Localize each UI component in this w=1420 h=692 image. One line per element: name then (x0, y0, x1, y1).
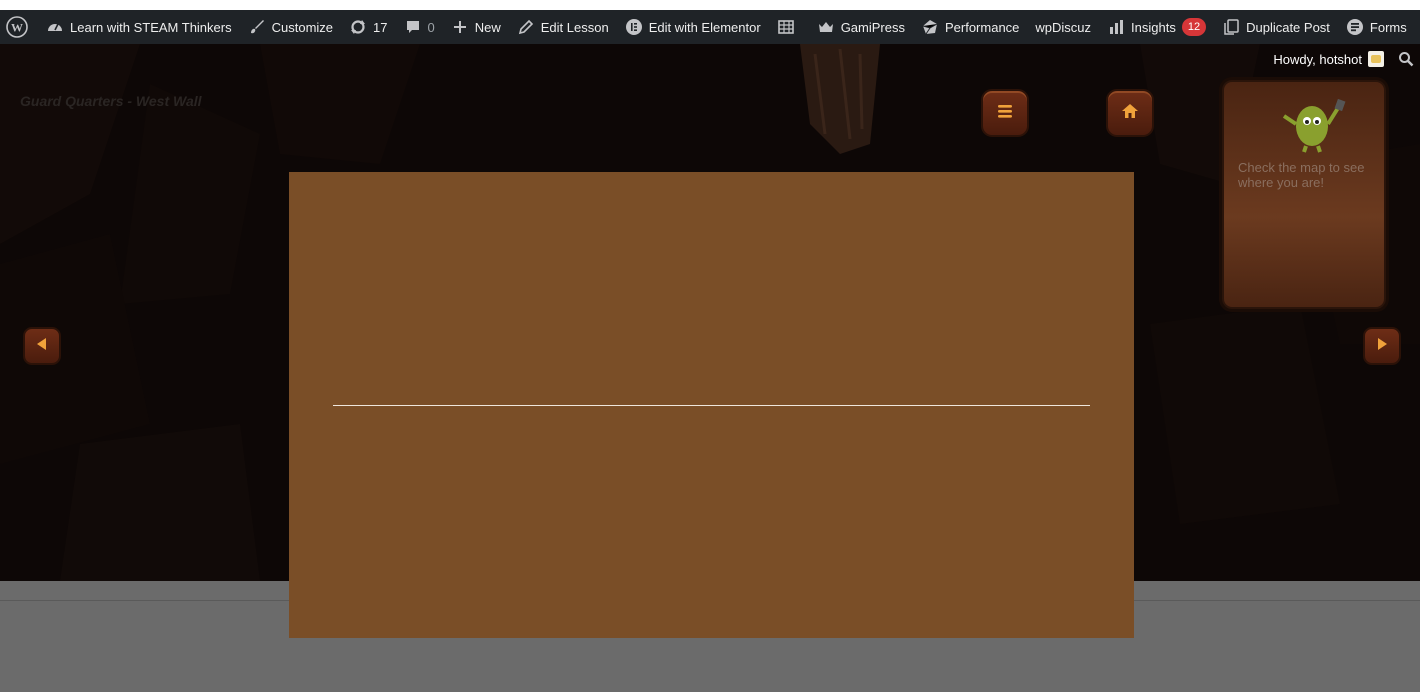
svg-text:W: W (11, 21, 23, 35)
menu-button[interactable] (981, 89, 1029, 137)
howdy-label: Howdy, hotshot (1273, 51, 1362, 67)
insights-badge: 12 (1181, 18, 1207, 36)
home-button[interactable] (1106, 89, 1154, 137)
performance-label: Performance (944, 19, 1020, 35)
bar-chart-icon (1107, 18, 1125, 36)
table-menu[interactable] (769, 10, 809, 44)
crown-icon (817, 18, 835, 36)
next-button[interactable] (1363, 327, 1401, 365)
brush-icon (248, 18, 266, 36)
copy-icon (1222, 18, 1240, 36)
cube-icon (921, 18, 939, 36)
comments-count: 0 (427, 19, 435, 35)
arrow-right-icon (1372, 334, 1392, 359)
pencil-icon (517, 18, 535, 36)
previous-button[interactable] (23, 327, 61, 365)
forms-icon (1346, 18, 1364, 36)
dashboard-icon (46, 18, 64, 36)
gamipress-label: GamiPress (840, 19, 905, 35)
forms-label: Forms (1369, 19, 1407, 35)
duplicate-post-link[interactable]: Duplicate Post (1214, 10, 1338, 44)
monster-mascot-icon (1282, 98, 1346, 153)
search-icon[interactable] (1398, 51, 1414, 67)
home-icon (1118, 99, 1142, 128)
updates-link[interactable]: 17 (341, 10, 395, 44)
new-label: New (474, 19, 501, 35)
gamipress-link[interactable]: GamiPress (809, 10, 913, 44)
modal-divider (333, 405, 1090, 406)
edit-lesson-link[interactable]: Edit Lesson (509, 10, 617, 44)
wpdiscuz-link[interactable]: wpDiscuz (1027, 10, 1099, 44)
comments-link[interactable]: 0 (396, 10, 443, 44)
edit-elementor-label: Edit with Elementor (648, 19, 761, 35)
refresh-icon (349, 18, 367, 36)
new-content-link[interactable]: New (443, 10, 509, 44)
edit-lesson-label: Edit Lesson (540, 19, 609, 35)
arrow-left-icon (32, 334, 52, 359)
wordpress-menu[interactable]: W (0, 10, 38, 44)
hint-card: Check the map to see where you are! (1222, 80, 1386, 309)
forms-link[interactable]: Forms (1338, 10, 1415, 44)
top-strip (0, 0, 1420, 10)
site-name-link[interactable]: Learn with STEAM Thinkers (38, 10, 240, 44)
avatar (1368, 51, 1384, 67)
lesson-modal (289, 172, 1134, 638)
customize-label: Customize (271, 19, 334, 35)
updates-count: 17 (373, 19, 388, 35)
hint-text: Check the map to see where you are! (1238, 160, 1365, 190)
site-name-label: Learn with STEAM Thinkers (70, 19, 232, 35)
performance-link[interactable]: Performance (913, 10, 1027, 44)
comment-icon (404, 18, 422, 36)
admin-bar: W Learn with STEAM Thinkers Customize 17… (0, 10, 1420, 44)
duplicate-post-label: Duplicate Post (1246, 19, 1330, 35)
customize-link[interactable]: Customize (240, 10, 341, 44)
elementor-icon (625, 18, 643, 36)
wordpress-logo-icon: W (6, 16, 28, 38)
insights-label: Insights (1131, 19, 1176, 35)
menu-icon (993, 99, 1017, 128)
insights-link[interactable]: Insights 12 (1099, 10, 1214, 44)
table-icon (777, 18, 795, 36)
edit-elementor-link[interactable]: Edit with Elementor (617, 10, 769, 44)
wpdiscuz-label: wpDiscuz (1035, 19, 1092, 35)
account-menu[interactable]: Howdy, hotshot (1273, 51, 1384, 67)
plus-icon (451, 18, 469, 36)
scene-title: Guard Quarters - West Wall (20, 93, 202, 109)
